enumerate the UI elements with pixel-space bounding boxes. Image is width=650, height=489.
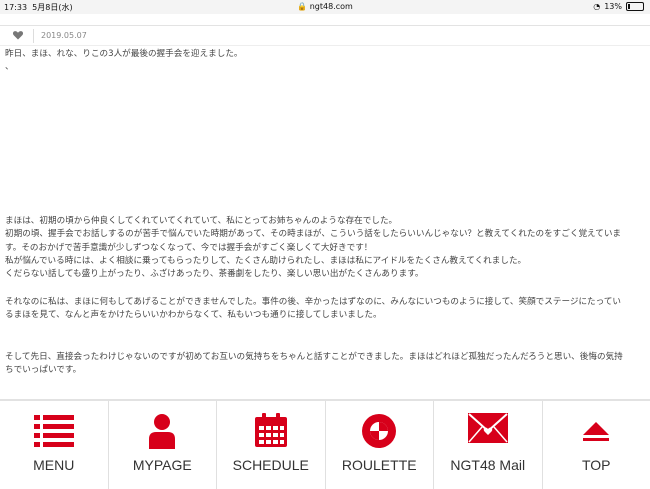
bottom-nav: MENU MYPAGE SCHEDULE — [0, 399, 650, 489]
nav-schedule-label: SCHEDULE — [217, 457, 325, 473]
nav-mypage-button[interactable]: MYPAGE — [109, 401, 218, 489]
calendar-icon — [254, 413, 288, 447]
paragraph-line: まほは、初期の頃から仲良くしてくれていてくれていて、私にとってお姉ちゃんのような… — [5, 215, 645, 228]
post-body: 昨日、まほ、れな、りこの3人が最後の握手会を迎えました。 、 まほは、初期の頃か… — [5, 48, 645, 377]
paragraph-line: くだらない話しても盛り上がったり、ふざけあったり、茶番劇をしたり、楽しい思い出が… — [5, 268, 645, 281]
menu-icon — [34, 413, 74, 447]
battery-percent: 13% — [604, 2, 622, 11]
nav-menu-label: MENU — [0, 457, 108, 473]
paragraph-line: そして先日、直接会ったわけじゃないのですが初めてお互いの気持ちをちゃんと話すこと… — [5, 351, 645, 364]
nav-roulette-button[interactable]: ROULETTE — [326, 401, 435, 489]
nav-mail-label: NGT48 Mail — [434, 457, 542, 473]
heart-icon[interactable] — [12, 29, 24, 41]
paragraph-line: ちでいっぱいです。 — [5, 364, 645, 377]
paragraph-line: 、 — [5, 61, 645, 74]
nav-roulette-label: ROULETTE — [326, 457, 434, 473]
roulette-icon — [361, 413, 397, 449]
arrow-up-icon — [581, 413, 611, 443]
divider — [0, 25, 650, 26]
divider — [0, 45, 650, 46]
paragraph-line: それなのに私は、まほに何もしてあげることができませんでした。事件の後、辛かったは… — [5, 296, 645, 309]
divider — [33, 29, 34, 43]
status-bar: 17:33 5月8日(水) 🔒 ngt48.com ◔ 13% — [0, 0, 650, 14]
status-indicators: ◔ 13% — [593, 2, 644, 11]
mail-icon — [468, 413, 508, 443]
post-meta: 2019.05.07 — [0, 27, 650, 45]
nav-mypage-label: MYPAGE — [109, 457, 217, 473]
paragraph-line: す。そのおかげで苦手意識が少しずつなくなって、今では握手会がすごく楽しくて大好き… — [5, 242, 645, 255]
nav-top-button[interactable]: TOP — [543, 401, 650, 489]
lock-icon: 🔒 — [297, 2, 307, 11]
paragraph-line: 私が悩んでいる時には、よく相談に乗ってもらったりして、たくさん助けられたし、まほ… — [5, 255, 645, 268]
person-icon — [147, 413, 177, 449]
nav-mail-button[interactable]: NGT48 Mail — [434, 401, 543, 489]
wifi-icon: ◔ — [593, 2, 600, 11]
battery-icon — [626, 2, 644, 11]
post-date: 2019.05.07 — [41, 31, 87, 40]
paragraph-line: 初期の頃、握手会でお話しするのが苦手で悩んでいた時期があって、その時まほが、こう… — [5, 228, 645, 241]
paragraph-line: るまほを見て、なんと声をかけたらいいかわからなくて、私もいつも通りに接してしまい… — [5, 309, 645, 322]
nav-top-label: TOP — [543, 457, 650, 473]
nav-schedule-button[interactable]: SCHEDULE — [217, 401, 326, 489]
nav-menu-button[interactable]: MENU — [0, 401, 109, 489]
address-bar-url[interactable]: 🔒 ngt48.com — [0, 2, 650, 11]
paragraph-line: 昨日、まほ、れな、りこの3人が最後の握手会を迎えました。 — [5, 48, 645, 61]
